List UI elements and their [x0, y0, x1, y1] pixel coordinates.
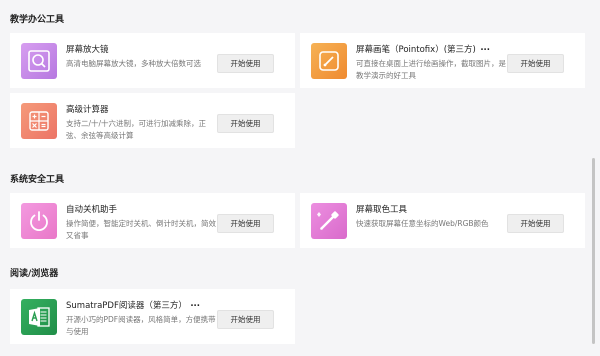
tool-card-calculator[interactable]: 高级计算器 支持二/十/十六进制，可进行加减乘除，正弦、余弦等高级计算 开始使用 — [10, 93, 295, 148]
section-title-teaching: 教学办公工具 — [10, 15, 65, 25]
tool-name: SumatraPDF阅读器（第三方） — [66, 301, 187, 311]
tool-description: 可直接在桌面上进行绘画操作，截取图片，是教学演示的好工具 — [356, 59, 506, 80]
tool-name: 屏幕画笔（Pointofix）(第三方) — [356, 45, 476, 55]
section-title-reading: 阅读/浏览器 — [10, 269, 59, 279]
tool-card-magnifier[interactable]: 屏幕放大镜 高清电脑屏幕放大镜，多种放大倍数可选 开始使用 — [10, 33, 295, 88]
tool-description: 快速获取屏幕任意坐标的Web/RGB颜色 — [356, 219, 489, 228]
start-button-screen-pen[interactable]: 开始使用 — [507, 54, 564, 73]
eyedropper-icon — [311, 203, 347, 239]
section-title-security: 系统安全工具 — [10, 175, 65, 185]
tool-name: 自动关机助手 — [66, 205, 118, 215]
tool-card-sumatrapdf[interactable]: SumatraPDF阅读器（第三方） ... 开源小巧的PDF阅读器，风格简单，… — [10, 289, 295, 344]
pdf-icon — [21, 299, 57, 335]
more-indicator: ... — [480, 43, 490, 53]
start-button-auto-shutdown[interactable]: 开始使用 — [217, 214, 274, 233]
tool-description: 操作简便，智能定时关机、倒计时关机，简效又省事 — [66, 219, 216, 240]
tool-name: 屏幕放大镜 — [66, 45, 109, 55]
tool-card-color-picker[interactable]: 屏幕取色工具 快速获取屏幕任意坐标的Web/RGB颜色 开始使用 — [300, 193, 585, 248]
tool-card-auto-shutdown[interactable]: 自动关机助手 操作简便，智能定时关机、倒计时关机，简效又省事 开始使用 — [10, 193, 295, 248]
tool-card-screen-pen[interactable]: 屏幕画笔（Pointofix）(第三方) ... 可直接在桌面上进行绘画操作，截… — [300, 33, 585, 88]
tool-name: 高级计算器 — [66, 105, 109, 115]
tool-name: 屏幕取色工具 — [356, 205, 408, 215]
start-button-calculator[interactable]: 开始使用 — [217, 114, 274, 133]
start-button-color-picker[interactable]: 开始使用 — [507, 214, 564, 233]
start-button-magnifier[interactable]: 开始使用 — [217, 54, 274, 73]
tool-center-page: 教学办公工具 屏幕放大镜 高清电脑屏幕放大镜，多种放大倍数可选 开始使用 屏幕画… — [0, 0, 600, 356]
calculator-icon — [21, 103, 57, 139]
tool-description: 高清电脑屏幕放大镜，多种放大倍数可选 — [66, 59, 201, 68]
start-button-sumatrapdf[interactable]: 开始使用 — [217, 310, 274, 329]
more-indicator: ... — [190, 299, 200, 309]
tool-description: 支持二/十/十六进制，可进行加减乘除，正弦、余弦等高级计算 — [66, 119, 207, 140]
tool-description: 开源小巧的PDF阅读器，风格简单，方便携带与使用 — [66, 315, 216, 336]
pen-icon — [311, 43, 347, 79]
magnifier-icon — [21, 43, 57, 79]
vertical-scrollbar[interactable] — [592, 158, 595, 344]
power-icon — [21, 203, 57, 239]
